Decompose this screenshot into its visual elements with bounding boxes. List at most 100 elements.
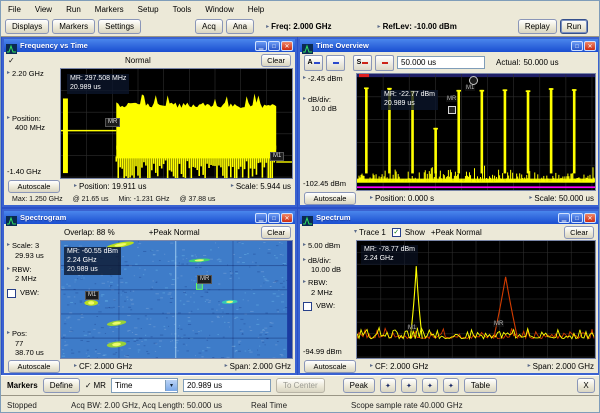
detector-label[interactable]: +Peak Normal <box>431 228 482 237</box>
marker-mr-icon[interactable] <box>448 106 456 114</box>
close-icon[interactable]: ✕ <box>584 213 596 223</box>
menu-tools[interactable]: Tools <box>166 5 199 14</box>
ana-button[interactable]: Ana <box>226 19 254 34</box>
peak-left-button[interactable]: ✦ <box>401 378 417 393</box>
autoscale-button[interactable]: Autoscale <box>8 360 60 373</box>
time-overview-titlebar[interactable]: Time Overview □ ✕ <box>300 39 598 52</box>
span-footer-field[interactable]: ▸ Span: 2.000 GHz <box>528 362 594 371</box>
peak-left-far-button[interactable]: ✦ <box>380 378 396 393</box>
clear-button[interactable]: Clear <box>261 226 291 239</box>
menu-view[interactable]: View <box>28 5 59 14</box>
scale-footer-field[interactable]: ▸ Scale: 50.000 us <box>529 194 594 203</box>
analysis-length-input[interactable] <box>397 56 485 69</box>
close-icon[interactable]: ✕ <box>281 41 293 51</box>
markers-button[interactable]: Markers <box>52 19 95 34</box>
menu-file[interactable]: File <box>1 5 28 14</box>
displays-button[interactable]: Displays <box>5 19 49 34</box>
marker-m1-tag[interactable]: M1 <box>85 291 99 300</box>
maximize-button[interactable]: □ <box>268 41 280 51</box>
marker-m1-icon[interactable] <box>469 76 478 85</box>
show-checkbox-field[interactable]: ✓ Show <box>392 228 425 237</box>
autoscale-button[interactable]: Autoscale <box>304 192 356 205</box>
clear-button[interactable]: Clear <box>261 54 291 67</box>
minimize-button[interactable]: ▁ <box>255 213 267 223</box>
cf-footer-field[interactable]: ▸ CF: 2.000 GHz <box>74 362 132 371</box>
trace-select[interactable]: ▾ Trace 1 <box>354 228 386 237</box>
time-overview-canvas[interactable] <box>357 74 595 190</box>
menu-setup[interactable]: Setup <box>131 5 166 14</box>
peak-right-far-button[interactable]: ✦ <box>443 378 459 393</box>
menu-help[interactable]: Help <box>241 5 271 14</box>
spectrum-plot[interactable]: MR: -78.77 dBm 2.24 GHz M1 MR <box>356 240 596 359</box>
table-button[interactable]: Table <box>464 378 497 393</box>
close-markers-button[interactable]: X <box>577 378 595 393</box>
define-button[interactable]: Define <box>43 378 80 393</box>
maximize-button[interactable]: □ <box>571 213 583 223</box>
spectrogram-titlebar[interactable]: Spectrogram ▁ □ ✕ <box>4 211 295 224</box>
menu-run[interactable]: Run <box>59 5 88 14</box>
minimize-button[interactable]: ▁ <box>255 41 267 51</box>
cf-footer-field[interactable]: ▸ CF: 2.000 GHz <box>370 362 428 371</box>
clear-button[interactable]: Clear <box>564 226 594 239</box>
frequency-vs-time-canvas[interactable] <box>61 69 292 178</box>
autoscale-button[interactable]: Autoscale <box>8 180 60 193</box>
position-footer-field[interactable]: ▸ Position: 0.000 s <box>370 194 434 203</box>
minimize-button[interactable]: ▁ <box>558 213 570 223</box>
replay-button[interactable]: Replay <box>518 19 557 34</box>
frequency-vs-time-plot[interactable]: MR: 297.508 MHz 20.989 us MR M1 <box>60 68 293 179</box>
run-button[interactable]: Run <box>560 19 589 34</box>
pos-field[interactable]: ▸Pos: 77 38.70 us <box>7 330 59 357</box>
analysis-offset-button[interactable] <box>326 55 345 71</box>
trace-check-icon[interactable]: ✓ <box>8 56 15 65</box>
detector-label[interactable]: +Peak Normal <box>149 228 200 237</box>
menu-window[interactable]: Window <box>198 5 240 14</box>
vbw-checkbox[interactable] <box>303 302 312 311</box>
reflev-field[interactable]: ▸ RefLev: -10.00 dBm <box>378 22 457 31</box>
menu-markers[interactable]: Markers <box>88 5 131 14</box>
dbdiv-field[interactable]: ▸dB/div: 10.00 dB <box>303 257 355 275</box>
marker-m1-tag[interactable]: M1 <box>465 85 475 91</box>
autoscale-button[interactable]: Autoscale <box>304 360 356 373</box>
overlap-label[interactable]: Overlap: 88 % <box>64 228 115 237</box>
freq-field[interactable]: ▸ Freq: 2.000 GHz <box>266 22 331 31</box>
analysis-time-button[interactable]: A <box>304 55 323 71</box>
spectrum-time-button[interactable]: S <box>353 55 372 71</box>
position-field[interactable]: ▸Position: 400 MHz <box>7 115 59 133</box>
scale-footer-field[interactable]: ▸ Scale: 5.944 us <box>231 182 291 191</box>
spectrogram-plot[interactable]: MR: -60.55 dBm 2.24 GHz 20.989 us MR M1 <box>60 240 293 359</box>
frequency-vs-time-titlebar[interactable]: Frequency vs Time ▁ □ ✕ <box>4 39 295 52</box>
dbdiv-field[interactable]: ▸dB/div: 10.0 dB <box>303 96 355 114</box>
trace-mode-label[interactable]: Normal <box>125 56 151 65</box>
marker-mr-tag[interactable]: MR <box>197 275 212 284</box>
position-footer-field[interactable]: ▸ Position: 19.911 us <box>74 182 146 191</box>
show-checkbox[interactable]: ✓ <box>392 228 401 237</box>
marker-m1-tag[interactable]: M1 <box>270 152 284 161</box>
y-top-field[interactable]: ▸ 2.20 GHz <box>7 70 59 79</box>
span-footer-field[interactable]: ▸ Span: 2.000 GHz <box>225 362 291 371</box>
time-overview-plot[interactable]: MR: -22.77 dBm 20.989 us M1 MR <box>356 73 596 191</box>
marker-mr-tag[interactable]: MR <box>105 118 120 127</box>
marker-mr-tag[interactable]: MR <box>446 96 457 102</box>
chevron-down-icon[interactable]: ▾ <box>165 380 177 391</box>
maximize-button[interactable]: □ <box>268 213 280 223</box>
y-top-field[interactable]: ▸ -2.45 dBm <box>303 75 355 84</box>
rbw-field[interactable]: ▸RBW: 2 MHz <box>7 266 59 284</box>
to-center-button[interactable]: To Center <box>276 378 325 393</box>
maximize-button[interactable]: □ <box>571 41 583 51</box>
rbw-field[interactable]: ▸RBW: 2 MHz <box>303 279 355 297</box>
scale-field[interactable]: ▸Scale: 3 29.93 us <box>7 242 59 260</box>
spectrum-titlebar[interactable]: Spectrum ▁ □ ✕ <box>300 211 598 224</box>
acq-button[interactable]: Acq <box>195 19 223 34</box>
marker-mr-tag[interactable]: MR <box>493 321 504 327</box>
spectrum-canvas[interactable] <box>357 241 595 358</box>
marker-m1-tag[interactable]: M1 <box>407 325 417 331</box>
settings-button[interactable]: Settings <box>98 19 141 34</box>
close-icon[interactable]: ✕ <box>281 213 293 223</box>
mr-check-field[interactable]: ✓ MR <box>85 381 106 390</box>
marker-type-select[interactable]: Time ▾ <box>111 378 178 393</box>
vbw-checkbox[interactable] <box>7 289 16 298</box>
marker-time-input[interactable] <box>183 379 271 392</box>
spectrum-offset-button[interactable] <box>375 55 394 71</box>
peak-right-button[interactable]: ✦ <box>422 378 438 393</box>
peak-button[interactable]: Peak <box>343 378 375 393</box>
